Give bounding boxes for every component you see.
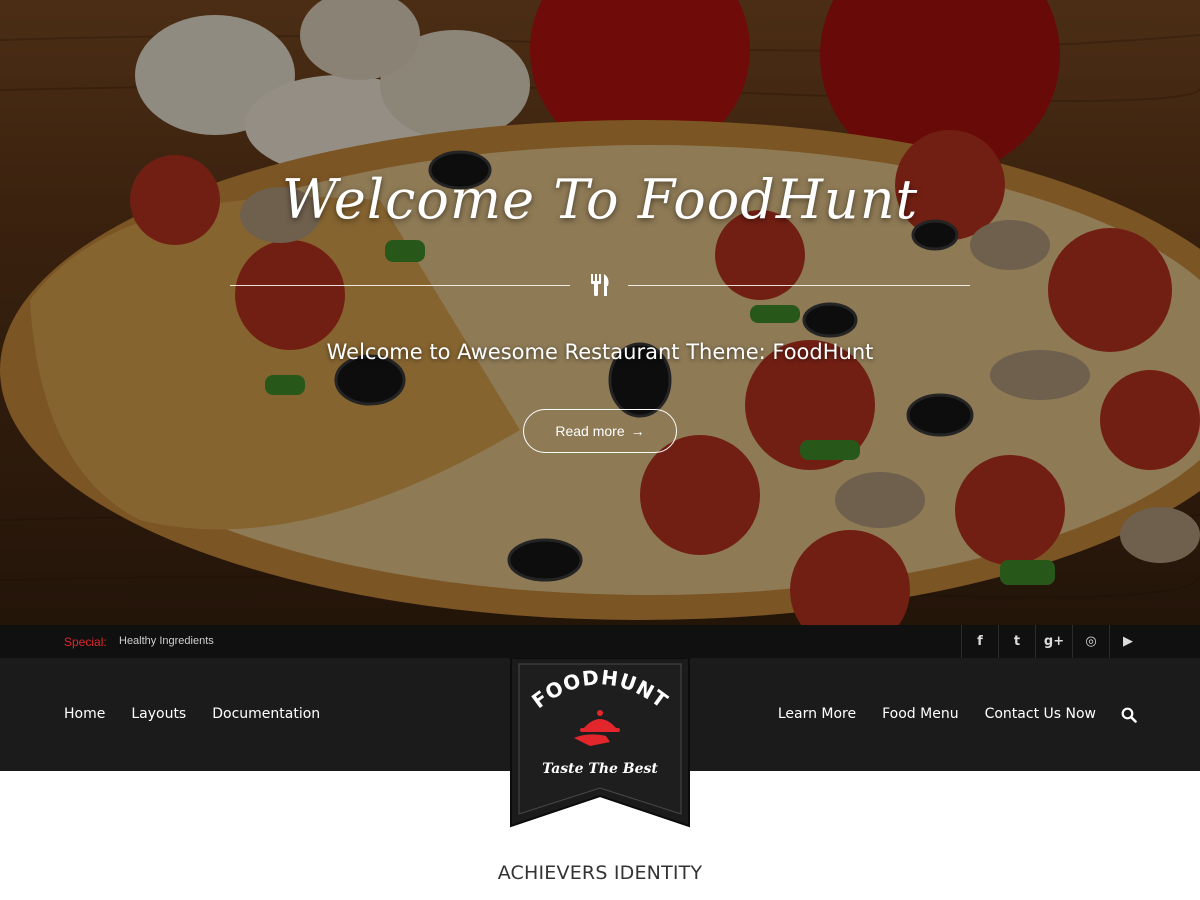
arrow-right-icon: → [630,423,645,439]
special-text: Healthy Ingredients [119,635,214,647]
nav-item-contact-us-now[interactable]: Contact Us Now [985,706,1096,722]
hero-title: Welcome To FoodHunt [281,168,919,231]
hero-divider-left [230,285,570,286]
nav-item-layouts[interactable]: Layouts [131,706,186,722]
section-heading: ACHIEVERS IDENTITY [497,862,703,884]
special-label: Special: [64,635,107,649]
hero-divider-right [628,285,970,286]
read-more-label: Read more [555,423,625,439]
nav-left-menu: Home Layouts Documentation [64,706,320,722]
facebook-icon[interactable]: f [961,625,998,658]
hero-overlay [0,0,1200,625]
hero-banner: Welcome To FoodHunt Welcome to Awesome R… [0,0,1200,625]
youtube-icon[interactable]: ▶ [1109,625,1146,658]
hero-subtitle: Welcome to Awesome Restaurant Theme: Foo… [326,340,874,364]
search-icon[interactable] [1121,707,1137,723]
google-plus-icon[interactable]: g+ [1035,625,1072,658]
site-logo[interactable]: FOODHUNT Taste The Best [510,658,690,828]
nav-right-menu: Learn More Food Menu Contact Us Now [778,706,1096,722]
instagram-icon[interactable]: ◎ [1072,625,1109,658]
social-links: f t g+ ◎ ▶ [961,625,1146,658]
cutlery-icon [591,274,609,296]
read-more-button[interactable]: Read more → [523,409,677,453]
top-bar: Special: Healthy Ingredients f t g+ ◎ ▶ [0,625,1200,658]
nav-item-learn-more[interactable]: Learn More [778,706,856,722]
nav-item-home[interactable]: Home [64,706,105,722]
twitter-icon[interactable]: t [998,625,1035,658]
logo-tagline: Taste The Best [542,761,658,777]
nav-item-documentation[interactable]: Documentation [212,706,320,722]
nav-item-food-menu[interactable]: Food Menu [882,706,958,722]
